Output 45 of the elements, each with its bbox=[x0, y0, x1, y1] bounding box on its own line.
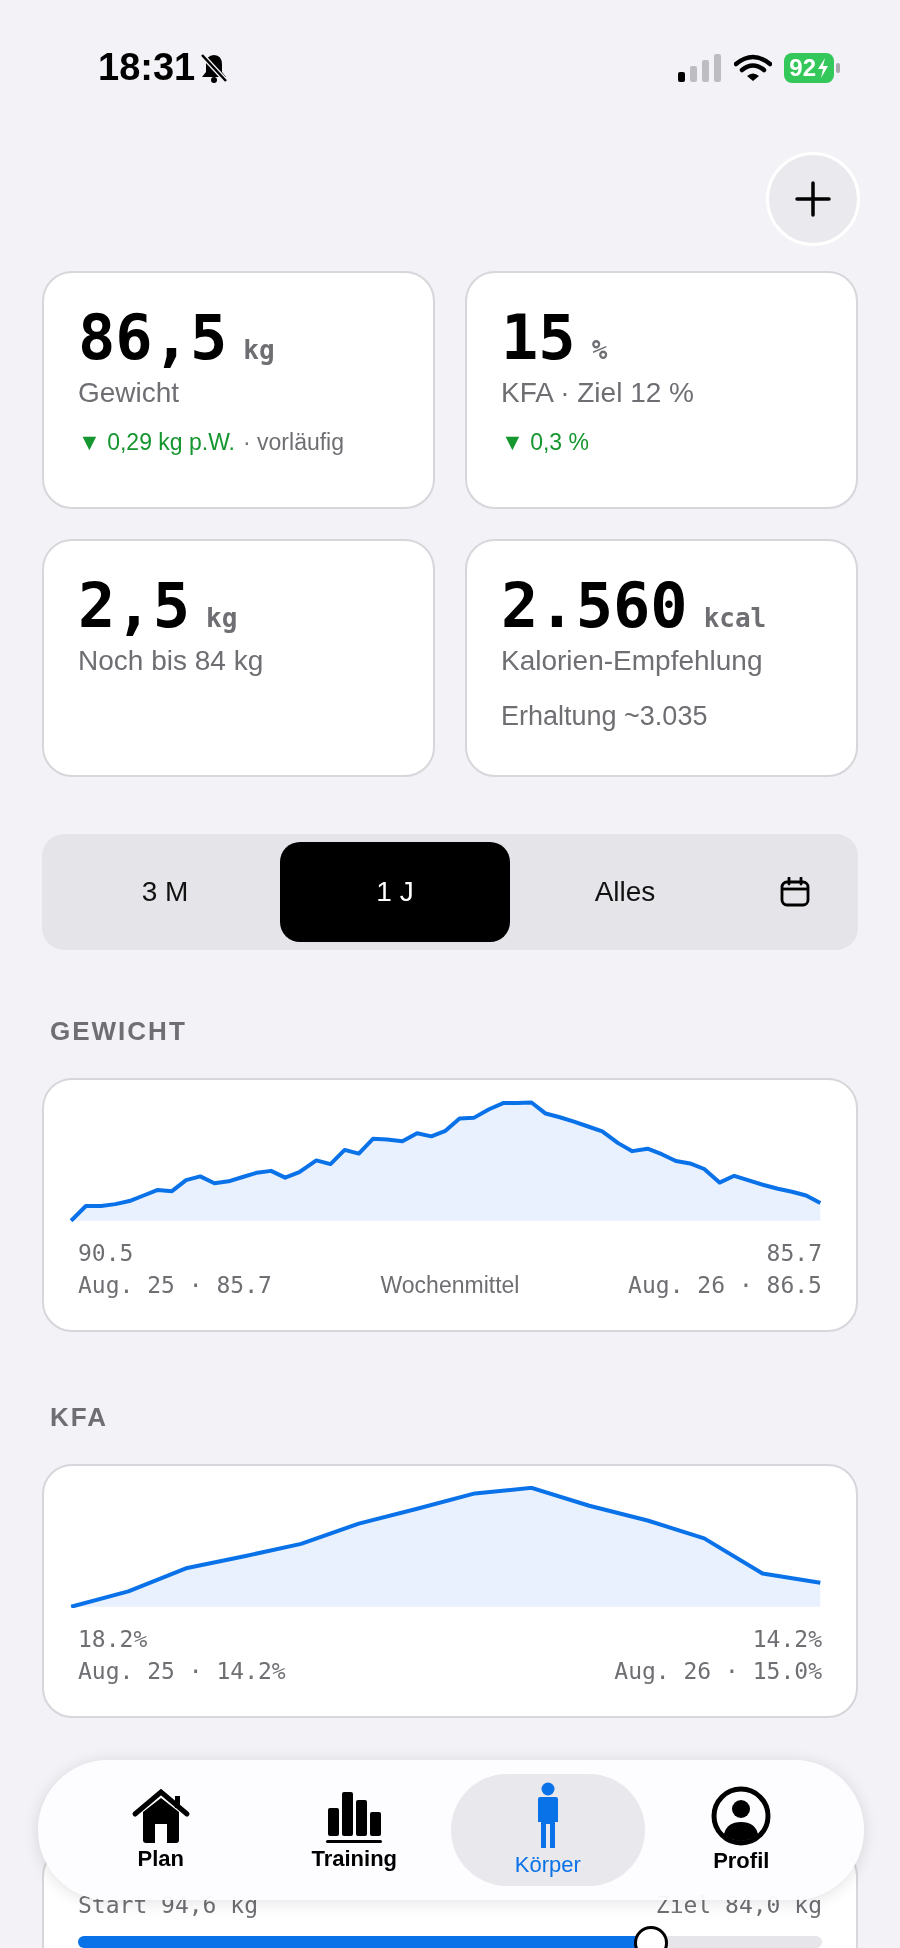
chart-start-value: 90.5 bbox=[78, 1240, 134, 1266]
tab-bar-item[interactable]: Körper bbox=[451, 1774, 645, 1886]
range-tab[interactable]: 3 M bbox=[50, 842, 280, 942]
chart-start-label: Aug. 25 · 14.2% bbox=[78, 1658, 286, 1684]
signal-icon bbox=[678, 53, 723, 82]
status-time: 18:31 bbox=[98, 46, 196, 89]
tab-bar-item[interactable]: Plan bbox=[64, 1774, 258, 1886]
stat-unit: kg bbox=[206, 603, 238, 633]
chart-start-label: Aug. 25 · 85.7 bbox=[78, 1272, 272, 1299]
chart-end-label: Aug. 26 · 86.5 bbox=[628, 1272, 822, 1299]
goal-start-label: Start 94,6 kg bbox=[78, 1892, 258, 1918]
stat-value: 2.560 bbox=[501, 571, 688, 641]
trend-note: · vorläufig bbox=[243, 429, 344, 456]
section-title: KFA bbox=[49, 1402, 109, 1432]
stat-value: 86,5 bbox=[78, 303, 228, 373]
chart-end-label: Aug. 26 · 15.0% bbox=[614, 1658, 822, 1684]
stat-label: KFA · Ziel 12 % bbox=[501, 377, 695, 409]
trend-value: ▼ 0,3 % bbox=[501, 429, 589, 456]
tab-bar-item[interactable]: Training bbox=[257, 1774, 451, 1886]
stat-unit: kg bbox=[243, 335, 275, 365]
plus-icon bbox=[795, 181, 831, 217]
house-icon bbox=[130, 1788, 191, 1844]
wifi-icon bbox=[734, 53, 773, 82]
chart-end-value: 14.2% bbox=[752, 1626, 822, 1652]
stat-label: Kalorien-Empfehlung bbox=[501, 645, 764, 677]
range-tab[interactable]: Alles bbox=[510, 842, 740, 942]
section-title: GEWICHT bbox=[49, 1016, 188, 1046]
stat-unit: % bbox=[591, 335, 608, 365]
stat-value: 15 bbox=[501, 303, 576, 373]
trend-value: ▼ 0,29 kg p.W. bbox=[78, 429, 235, 456]
profile-icon bbox=[711, 1786, 772, 1846]
chart-caption: Wochenmittel bbox=[380, 1272, 520, 1299]
goal-target-label: Ziel 84,0 kg bbox=[655, 1892, 822, 1918]
bell-muted-icon bbox=[199, 51, 230, 84]
stat-label: Noch bis 84 kg bbox=[78, 645, 265, 677]
calendar-icon bbox=[780, 877, 810, 907]
stat-value: 2,5 bbox=[78, 571, 190, 641]
battery-indicator: 92 bbox=[784, 52, 840, 83]
stat-note: Erhaltung ~3.035 bbox=[501, 701, 709, 732]
stat-unit: kcal bbox=[703, 603, 767, 633]
range-tab[interactable]: 1 J bbox=[280, 842, 510, 942]
tab-bar-item[interactable]: Profil bbox=[644, 1774, 838, 1886]
chart-end-value: 85.7 bbox=[766, 1240, 822, 1266]
stat-label: Gewicht bbox=[78, 377, 181, 409]
chart-start-value: 18.2% bbox=[78, 1626, 148, 1652]
